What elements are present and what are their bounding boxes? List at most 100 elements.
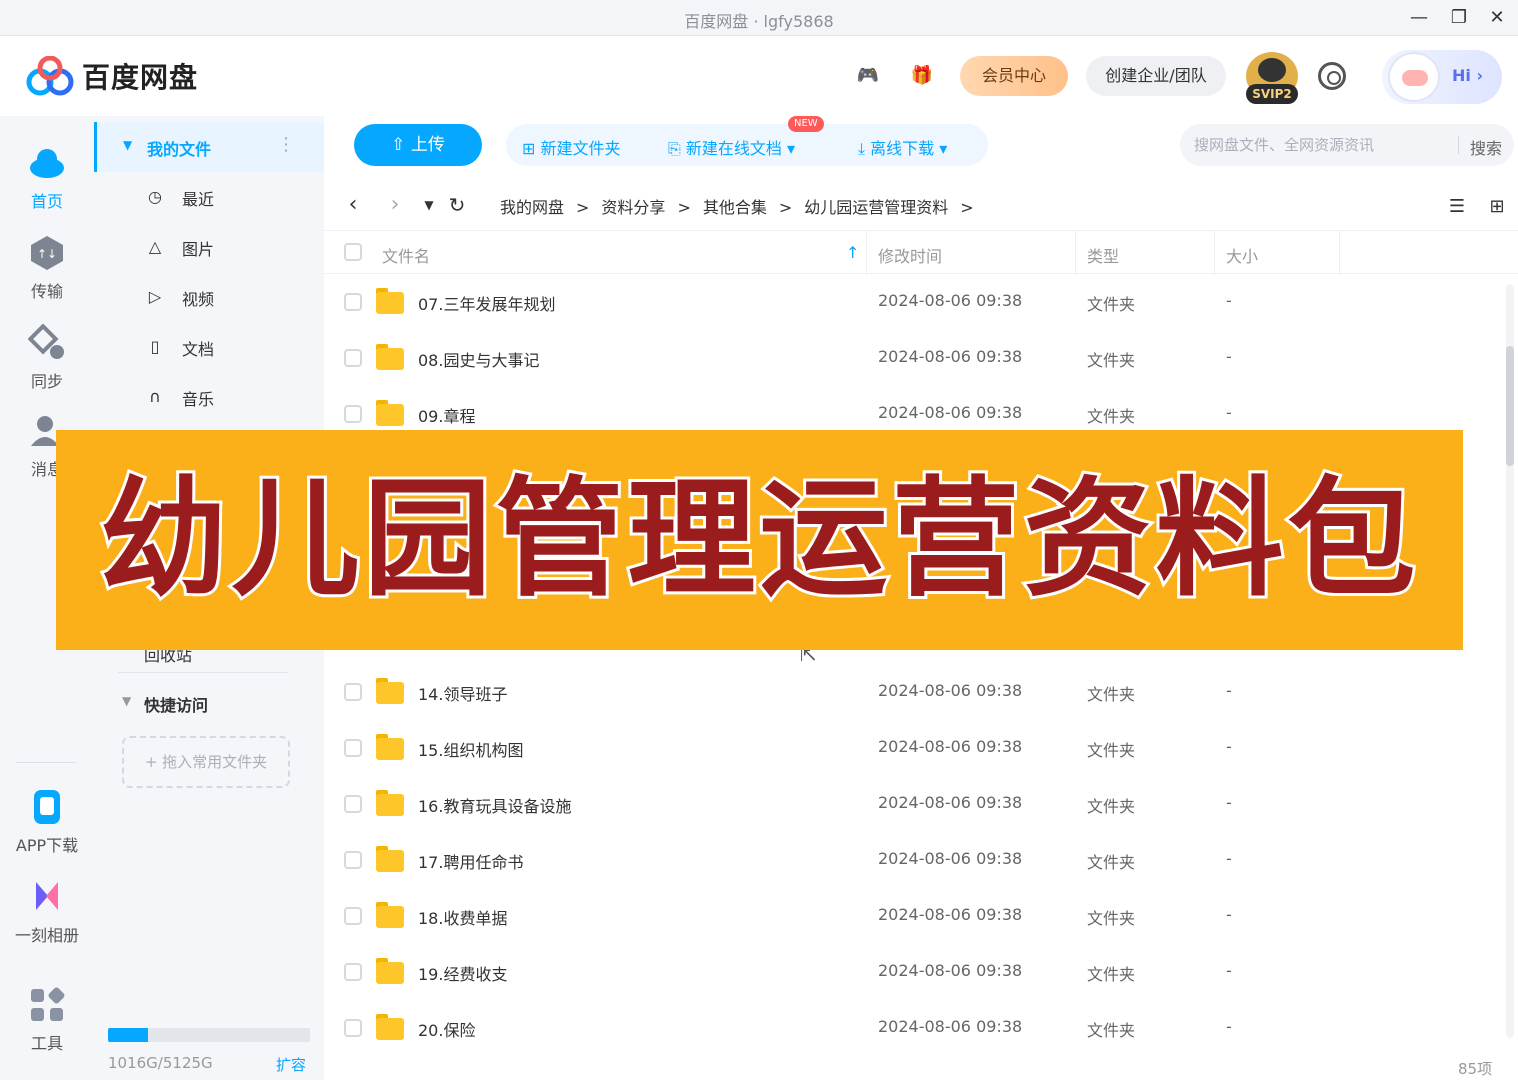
rail-item-tools[interactable]: 工具	[0, 986, 94, 1054]
minimize-button[interactable]: —	[1404, 4, 1434, 32]
file-name[interactable]: 18.收费单据	[418, 905, 507, 929]
file-name[interactable]: 08.园史与大事记	[418, 347, 539, 371]
row-checkbox[interactable]	[344, 1019, 362, 1037]
sort-icon[interactable]: ☰	[1444, 194, 1470, 220]
vip-center-button[interactable]: 会员中心	[960, 56, 1068, 96]
video-icon: ▷	[148, 287, 162, 306]
game-icon[interactable]: 🎮	[852, 60, 884, 92]
more-icon[interactable]: ⋮	[277, 134, 295, 155]
row-checkbox[interactable]	[344, 293, 362, 311]
table-row[interactable]: 19.经费收支 2024-08-06 09:38 文件夹 -	[324, 944, 1504, 1000]
search-button[interactable]: 搜索	[1470, 135, 1502, 159]
refresh-icon[interactable]: ↻	[444, 190, 470, 220]
quick-access-dropzone[interactable]: + 拖入常用文件夹	[122, 736, 290, 788]
rail-item-app-download[interactable]: APP下载	[0, 788, 94, 856]
file-type: 文件夹	[1087, 797, 1136, 816]
create-team-button[interactable]: 创建企业/团队	[1086, 56, 1226, 96]
table-row[interactable]: 15.组织机构图 2024-08-06 09:38 文件夹 -	[324, 720, 1504, 776]
row-checkbox[interactable]	[344, 851, 362, 869]
file-name[interactable]: 09.章程	[418, 403, 475, 427]
storage-text: 1016G/5125G	[108, 1054, 213, 1072]
file-name[interactable]: 14.领导班子	[418, 681, 507, 705]
file-name[interactable]: 20.保险	[418, 1017, 475, 1041]
table-row[interactable]: 14.领导班子 2024-08-06 09:38 文件夹 -	[324, 664, 1504, 720]
breadcrumb-item[interactable]: 幼儿园运营管理资料	[804, 194, 948, 218]
sidebar-item-docs[interactable]: ▯ 文档	[94, 322, 324, 372]
new-folder-icon: ⊞	[522, 139, 541, 158]
sidebar-my-files[interactable]: ▼ 我的文件 ⋮	[94, 122, 324, 172]
table-row[interactable]: 17.聘用任命书 2024-08-06 09:38 文件夹 -	[324, 832, 1504, 888]
table-row[interactable]: 16.教育玩具设备设施 2024-08-06 09:38 文件夹 -	[324, 776, 1504, 832]
breadcrumb-item[interactable]: 资料分享	[601, 194, 665, 218]
upload-button[interactable]: ⇧ 上传	[354, 124, 482, 166]
scrollbar-thumb[interactable]	[1506, 346, 1514, 466]
rail-item-sync[interactable]: 同步	[0, 324, 94, 392]
new-folder-button[interactable]: ⊞ 新建文件夹	[522, 135, 621, 159]
header-modified[interactable]: 修改时间	[878, 243, 942, 267]
breadcrumb-item[interactable]: 其他合集	[703, 194, 767, 218]
chevron-right-icon: >	[576, 198, 590, 217]
image-icon: △	[148, 237, 162, 256]
new-online-doc-button[interactable]: ⎘ 新建在线文档 ▾	[668, 135, 795, 159]
table-row[interactable]: 08.园史与大事记 2024-08-06 09:38 文件夹 -	[324, 330, 1504, 386]
rail-label: 首页	[30, 192, 63, 211]
avatar-face-icon	[1258, 58, 1286, 82]
sidebar-item-images[interactable]: △ 图片	[94, 222, 324, 272]
rail-divider	[16, 762, 76, 763]
album-icon	[36, 882, 58, 910]
offline-download-button[interactable]: ⤓ 离线下载 ▾	[858, 135, 947, 159]
grid-view-icon[interactable]: ⊞	[1484, 194, 1510, 220]
row-checkbox[interactable]	[344, 963, 362, 981]
modified-time: 2024-08-06 09:38	[878, 793, 1023, 812]
file-name[interactable]: 15.组织机构图	[418, 737, 523, 761]
row-checkbox[interactable]	[344, 739, 362, 757]
header-type[interactable]: 类型	[1087, 243, 1119, 267]
file-type: 文件夹	[1087, 853, 1136, 872]
breadcrumb-item[interactable]: 我的网盘	[500, 194, 564, 218]
title-banner: 幼儿园管理运营资料包	[56, 430, 1463, 650]
sort-arrow-up-icon[interactable]: ↑	[846, 243, 859, 262]
table-row[interactable]: 18.收费单据 2024-08-06 09:38 文件夹 -	[324, 888, 1504, 944]
table-row[interactable]: 20.保险 2024-08-06 09:38 文件夹 -	[324, 1000, 1504, 1056]
row-checkbox[interactable]	[344, 349, 362, 367]
rail-item-home[interactable]: 首页	[0, 144, 94, 212]
rail-item-album[interactable]: 一刻相册	[0, 878, 94, 946]
search-input[interactable]	[1194, 134, 1450, 156]
select-all-checkbox[interactable]	[344, 243, 362, 261]
quick-access-header[interactable]: ▼ 快捷访问	[94, 682, 324, 722]
row-checkbox[interactable]	[344, 405, 362, 423]
assistant-button[interactable]: Hi ›	[1382, 50, 1502, 104]
history-dropdown-icon[interactable]: ▼	[416, 190, 442, 220]
scrollbar[interactable]	[1506, 284, 1514, 1038]
download-icon: ⤓	[858, 139, 871, 158]
sidebar-item-videos[interactable]: ▷ 视频	[94, 272, 324, 322]
header-size[interactable]: 大小	[1226, 243, 1258, 267]
banner-text: 幼儿园管理运营资料包	[96, 462, 1420, 617]
close-button[interactable]: ✕	[1482, 4, 1512, 32]
column-divider	[866, 231, 867, 275]
sidebar-item-music[interactable]: ∩ 音乐	[94, 372, 324, 422]
rail-item-transfer[interactable]: ↑↓ 传输	[0, 234, 94, 302]
file-size: -	[1226, 291, 1232, 310]
chevron-right-icon: >	[778, 198, 793, 217]
sidebar-item-recent[interactable]: ◷ 最近	[94, 172, 324, 222]
gift-icon[interactable]: 🎁	[906, 60, 938, 92]
file-name[interactable]: 17.聘用任命书	[418, 849, 523, 873]
settings-icon[interactable]	[1318, 62, 1346, 90]
row-checkbox[interactable]	[344, 795, 362, 813]
file-name[interactable]: 16.教育玩具设备设施	[418, 793, 571, 817]
maximize-button[interactable]: ❐	[1444, 4, 1474, 32]
table-row[interactable]: 07.三年发展年规划 2024-08-06 09:38 文件夹 -	[324, 274, 1504, 330]
file-name[interactable]: 07.三年发展年规划	[418, 291, 555, 315]
back-icon[interactable]: ‹	[340, 190, 366, 220]
file-size: -	[1226, 849, 1232, 868]
avatar[interactable]: SVIP2	[1246, 52, 1298, 104]
forward-icon[interactable]: ›	[382, 190, 408, 220]
row-checkbox[interactable]	[344, 683, 362, 701]
file-name[interactable]: 19.经费收支	[418, 961, 507, 985]
header-name[interactable]: 文件名	[382, 243, 430, 267]
expand-storage-link[interactable]: 扩容	[276, 1054, 306, 1075]
folder-icon	[376, 678, 404, 704]
file-type: 文件夹	[1087, 909, 1136, 928]
row-checkbox[interactable]	[344, 907, 362, 925]
